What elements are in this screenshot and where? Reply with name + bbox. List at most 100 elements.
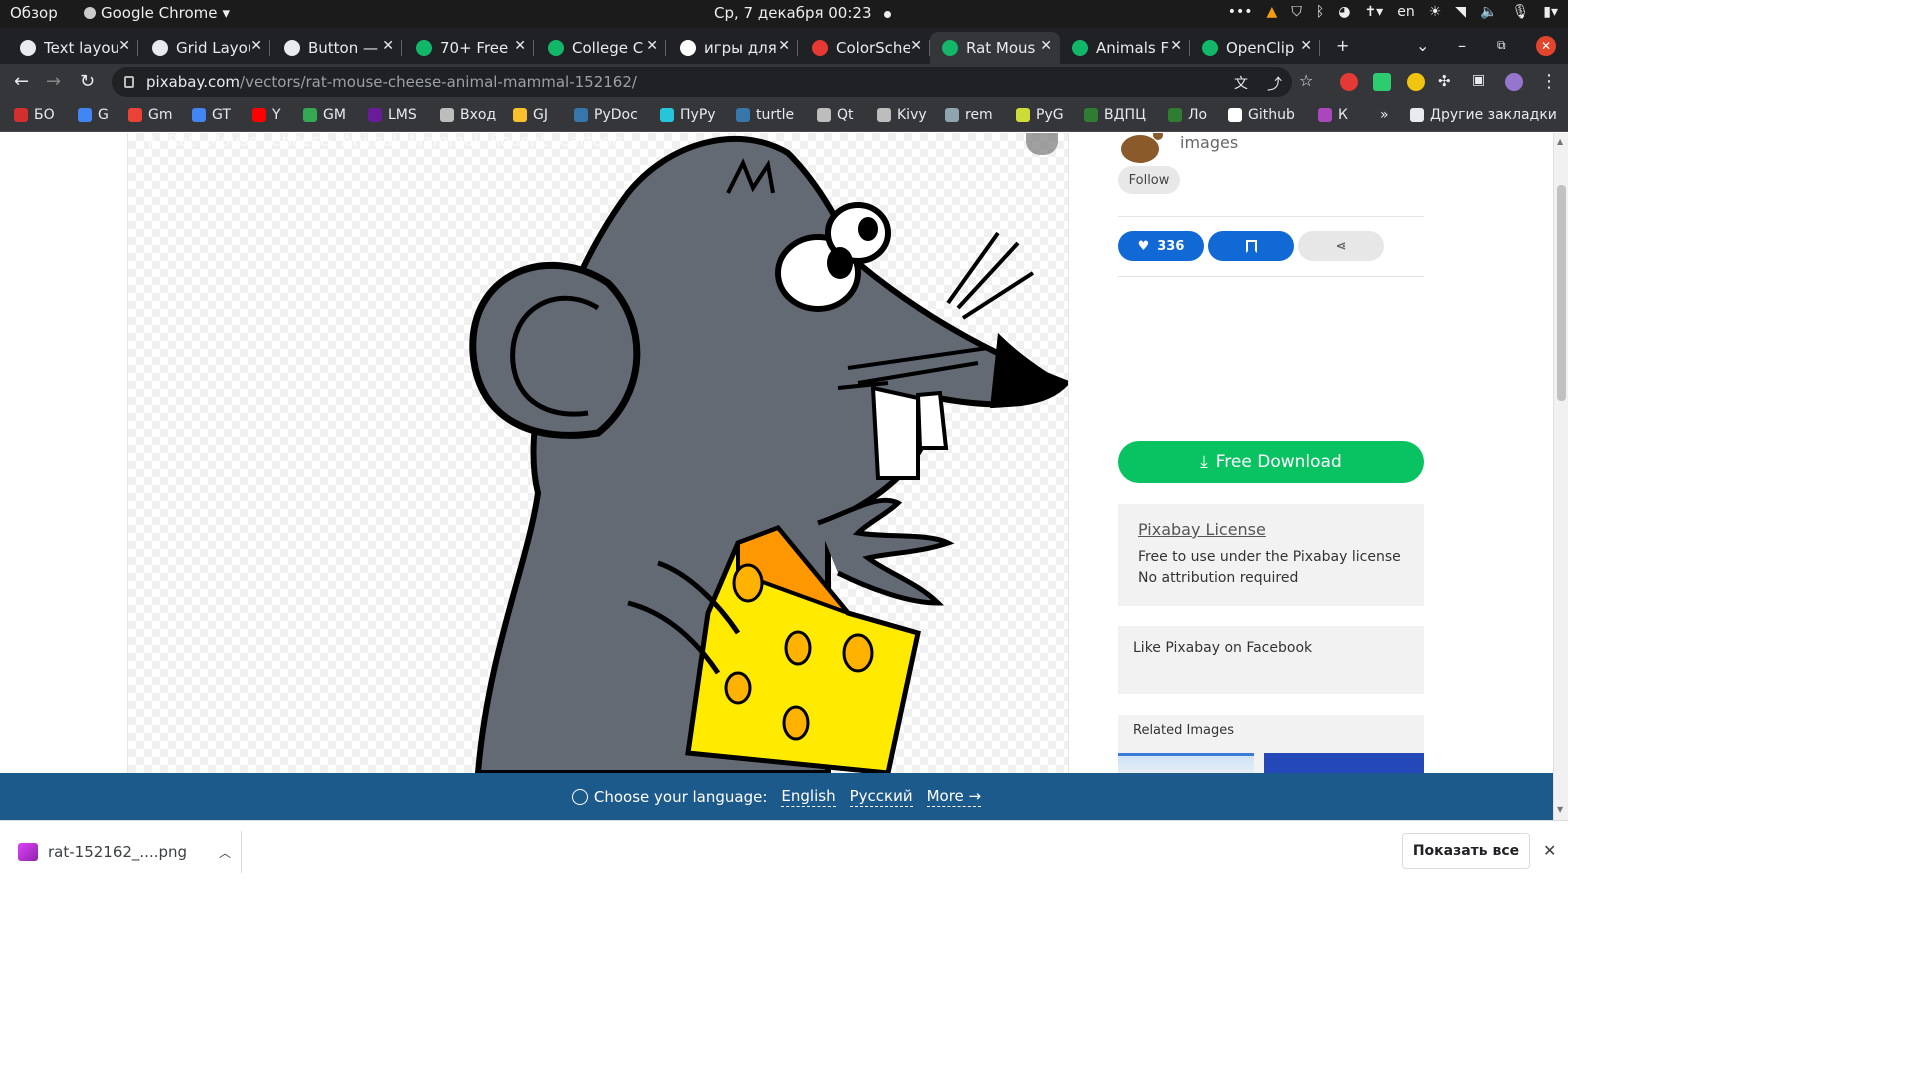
bookmark-item[interactable]: Y [252, 107, 281, 123]
browser-tab[interactable]: игры для ✕ [668, 32, 798, 64]
app-menu[interactable]: Google Chrome ▾ [84, 4, 230, 22]
bookmark-item[interactable]: rem [945, 107, 993, 123]
translate-icon[interactable]: 文 [1234, 73, 1248, 93]
scroll-up-icon[interactable]: ▲ [1557, 137, 1563, 146]
bookmark-item[interactable]: ПуРу [660, 107, 716, 123]
image-tag-link[interactable]: Rat [168, 133, 195, 150]
user-avatar[interactable] [1118, 133, 1168, 165]
bookmark-item[interactable]: Kivy [877, 107, 927, 123]
bookmark-item[interactable]: PyDoc [574, 107, 638, 123]
image-tag-link[interactable]: Rodent [490, 133, 547, 150]
menu-kebab-icon[interactable]: ⋮ [1540, 71, 1558, 92]
download-item[interactable]: rat-152162_....png ︿ [18, 843, 231, 861]
reload-button[interactable]: ↻ [80, 71, 95, 92]
forward-button[interactable]: → [46, 71, 61, 92]
clock[interactable]: Ср, 7 декабря 00:23 [714, 4, 892, 22]
bookmark-item[interactable]: БО [14, 107, 55, 123]
bookmark-item[interactable]: Вход [440, 107, 496, 123]
tab-close-icon[interactable]: ✕ [514, 38, 526, 54]
system-tray[interactable]: ••• ▲ ⛉ ᛒ ◕ ✝▾ en ☀ ◥ 🔈 🎙 ▮▾ [1228, 4, 1558, 20]
window-close-button[interactable]: ✕ [1536, 36, 1556, 56]
user-images-label[interactable]: images [1180, 133, 1238, 152]
minimize-button[interactable]: – [1458, 36, 1466, 55]
back-button[interactable]: ← [14, 71, 29, 92]
tab-close-icon[interactable]: ✕ [250, 38, 262, 54]
close-icon[interactable]: ✕ [1543, 841, 1556, 860]
chevron-up-icon[interactable]: ︿ [219, 844, 231, 861]
new-tab-button[interactable]: + [1336, 36, 1349, 55]
tab-close-icon[interactable]: ✕ [646, 38, 658, 54]
browser-tab[interactable]: Animals F ✕ [1060, 32, 1190, 64]
page-scrollbar[interactable]: ▲ ▼ [1553, 133, 1568, 820]
bluetooth-icon[interactable]: ᛒ [1316, 4, 1324, 20]
bookmark-item[interactable]: Ло [1168, 107, 1207, 123]
image-tag-link[interactable]: Cheese [270, 133, 329, 150]
bookmark-star-icon[interactable]: ☆ [1299, 71, 1313, 90]
activities-button[interactable]: Обзор [10, 4, 58, 22]
tab-search-chevron-icon[interactable]: ⌄ [1416, 36, 1429, 55]
badge-extension-icon[interactable] [1407, 73, 1425, 91]
shield-icon[interactable]: ⛉ [1291, 4, 1302, 20]
bookmark-item[interactable]: GJ [513, 107, 548, 123]
accessibility-icon[interactable]: ✝▾ [1364, 4, 1383, 20]
image-tag-link[interactable]: Animal [342, 133, 397, 150]
network-icon[interactable]: ◕ [1338, 4, 1350, 20]
image-tag-link[interactable]: Mammal [409, 133, 478, 150]
extensions-puzzle-icon[interactable]: ✣ [1438, 72, 1451, 90]
volume-icon[interactable]: 🔈 [1480, 4, 1497, 20]
more-icon[interactable]: ••• [1228, 4, 1253, 20]
side-panel-icon[interactable]: ▣ [1472, 72, 1485, 88]
free-download-button[interactable]: ⤓ Free Download [1118, 441, 1424, 483]
other-bookmarks-folder[interactable]: Другие закладки [1410, 107, 1557, 123]
related-image-thumbnail[interactable] [1264, 753, 1424, 773]
bookmark-item[interactable]: Github [1228, 107, 1295, 123]
restore-button[interactable]: ⧉ [1497, 38, 1506, 53]
browser-tab[interactable]: 70+ Free ✕ [404, 32, 534, 64]
tab-close-icon[interactable]: ✕ [1300, 38, 1312, 54]
tab-close-icon[interactable]: ✕ [118, 38, 130, 54]
browser-tab[interactable]: Grid Layout✕ [140, 32, 270, 64]
lock-icon[interactable] [124, 76, 134, 88]
show-all-downloads-button[interactable]: Показать все [1402, 833, 1530, 869]
bookmark-item[interactable]: Gm [128, 107, 173, 123]
bookmark-item[interactable]: LMS [368, 107, 417, 123]
vlc-icon[interactable]: ▲ [1267, 4, 1278, 20]
image-preview[interactable]: ⚲ Rat Mouse Cheese Animal Mammal Rodent Cartoo… [127, 133, 1069, 773]
bookmark-item[interactable]: GT [192, 107, 231, 123]
battery-icon[interactable]: ▮▾ [1543, 4, 1558, 20]
scrollbar-thumb[interactable] [1557, 185, 1566, 401]
browser-tab[interactable]: College C ✕ [536, 32, 666, 64]
brightness-icon[interactable]: ☀ [1429, 4, 1442, 20]
language-russian-link[interactable]: Русский [849, 787, 913, 807]
image-tag-link[interactable]: Cartoon [559, 133, 623, 150]
address-bar[interactable]: pixabay.com/vectors/rat-mouse-cheese-ani… [112, 67, 1292, 97]
browser-tab[interactable]: Button — ✕ [272, 32, 402, 64]
bookmark-item[interactable]: PyG [1016, 107, 1064, 123]
firefox-extension-icon[interactable] [1340, 73, 1358, 91]
share-icon[interactable]: ⤴ [1267, 73, 1282, 94]
bookmark-item[interactable]: G [78, 107, 109, 123]
wifi-icon[interactable]: ◥ [1455, 4, 1466, 20]
browser-tab[interactable]: Rat Mous ✕ [930, 32, 1060, 64]
license-link[interactable]: Pixabay License [1138, 520, 1404, 539]
green-extension-icon[interactable] [1373, 73, 1391, 91]
tab-close-icon[interactable]: ✕ [1040, 38, 1052, 54]
tab-close-icon[interactable]: ✕ [778, 38, 790, 54]
keyboard-layout[interactable]: en [1397, 4, 1415, 20]
microphone-icon[interactable]: 🎙 [1511, 4, 1529, 20]
bookmarks-overflow-button[interactable]: » [1380, 107, 1389, 123]
browser-tab[interactable]: ColorSche ✕ [800, 32, 930, 64]
bookmark-item[interactable]: ВДПЦ [1084, 107, 1146, 123]
bookmark-item[interactable]: Qt [817, 107, 854, 123]
language-english-link[interactable]: English [781, 787, 836, 807]
browser-tab[interactable]: OpenClip ✕ [1190, 32, 1320, 64]
browser-tab[interactable]: Text layout ✕ [8, 32, 138, 64]
scroll-down-icon[interactable]: ▼ [1557, 805, 1563, 814]
language-more-link[interactable]: More → [926, 787, 982, 807]
tab-close-icon[interactable]: ✕ [382, 38, 394, 54]
save-collection-button[interactable] [1208, 231, 1294, 261]
bookmark-item[interactable]: GM [303, 107, 346, 123]
tab-close-icon[interactable]: ✕ [910, 38, 922, 54]
image-tag-link[interactable]: Mouse [207, 133, 259, 150]
bookmark-item[interactable]: К [1318, 107, 1348, 123]
